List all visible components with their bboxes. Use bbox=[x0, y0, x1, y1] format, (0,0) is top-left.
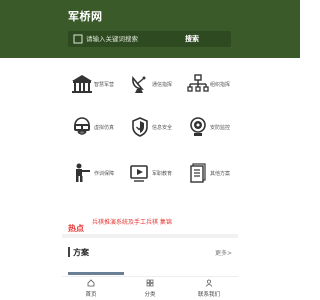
tab-label: 首页 bbox=[85, 292, 97, 298]
search-bar[interactable] bbox=[68, 31, 231, 47]
tab-label: 联系我们 bbox=[197, 292, 220, 298]
category-simulation[interactable]: 虚拟仿真 bbox=[62, 109, 122, 149]
category-icon bbox=[146, 279, 154, 287]
hot-label: 热点 bbox=[68, 224, 84, 233]
tab-contact[interactable]: 联系我们 bbox=[180, 277, 238, 300]
category-training[interactable]: 作训保障 bbox=[62, 155, 122, 195]
camera-icon bbox=[190, 117, 206, 136]
soldier-icon bbox=[76, 163, 90, 182]
home-icon bbox=[87, 279, 95, 287]
category-label: 智慧军营 bbox=[94, 82, 115, 88]
network-hierarchy-icon bbox=[187, 74, 209, 92]
section-header: 方案 更多> bbox=[68, 246, 232, 258]
category-education[interactable]: 军职教育 bbox=[120, 155, 180, 195]
category-surveillance[interactable]: 安防监控 bbox=[178, 109, 238, 149]
satellite-dish-icon bbox=[132, 75, 146, 93]
category-label: 通信指挥 bbox=[152, 82, 173, 88]
more-link[interactable]: 更多> bbox=[215, 248, 232, 257]
vr-headset-icon bbox=[74, 117, 90, 135]
hot-news[interactable]: 热点 兵棋推演系统及手工兵棋 集锦 bbox=[68, 216, 172, 233]
category-barracks[interactable]: 智慧军营 bbox=[62, 66, 122, 106]
category-label: 其他方案 bbox=[210, 171, 231, 177]
category-label: 组织指挥 bbox=[210, 82, 231, 88]
category-label: 虚拟仿真 bbox=[94, 125, 115, 131]
site-logo-text[interactable]: 军桥网 bbox=[68, 8, 103, 24]
category-communication[interactable]: 通信指挥 bbox=[120, 66, 180, 106]
contact-icon bbox=[205, 279, 213, 287]
search-icon bbox=[73, 34, 83, 44]
category-label: 作训保障 bbox=[94, 171, 115, 177]
category-label: 军职教育 bbox=[152, 171, 173, 177]
section-divider bbox=[62, 234, 238, 238]
category-label: 安防监控 bbox=[210, 125, 231, 131]
solution-thumbnail[interactable] bbox=[68, 272, 124, 275]
tab-label: 分类 bbox=[144, 292, 156, 298]
app-header: 军桥网 搜索 bbox=[0, 0, 300, 58]
tab-home[interactable]: 首页 bbox=[62, 277, 120, 300]
category-security[interactable]: 信息安全 bbox=[120, 109, 180, 149]
hot-headline[interactable]: 兵棋推演系统及手工兵棋 集锦 bbox=[92, 217, 172, 226]
tab-category[interactable]: 分类 bbox=[121, 277, 179, 300]
bottom-tab-bar: 首页 分类 联系我们 bbox=[62, 276, 238, 300]
category-other[interactable]: 其他方案 bbox=[178, 155, 238, 195]
search-button[interactable]: 搜索 bbox=[185, 34, 199, 44]
video-play-icon bbox=[130, 165, 148, 182]
search-input[interactable] bbox=[86, 31, 186, 47]
category-command[interactable]: 组织指挥 bbox=[178, 66, 238, 106]
section-title: 方案 bbox=[73, 248, 89, 257]
document-icon bbox=[190, 163, 206, 183]
shield-icon bbox=[132, 117, 148, 137]
category-label: 信息安全 bbox=[152, 125, 173, 131]
section-accent-bar bbox=[68, 247, 70, 257]
barracks-icon bbox=[72, 75, 92, 93]
